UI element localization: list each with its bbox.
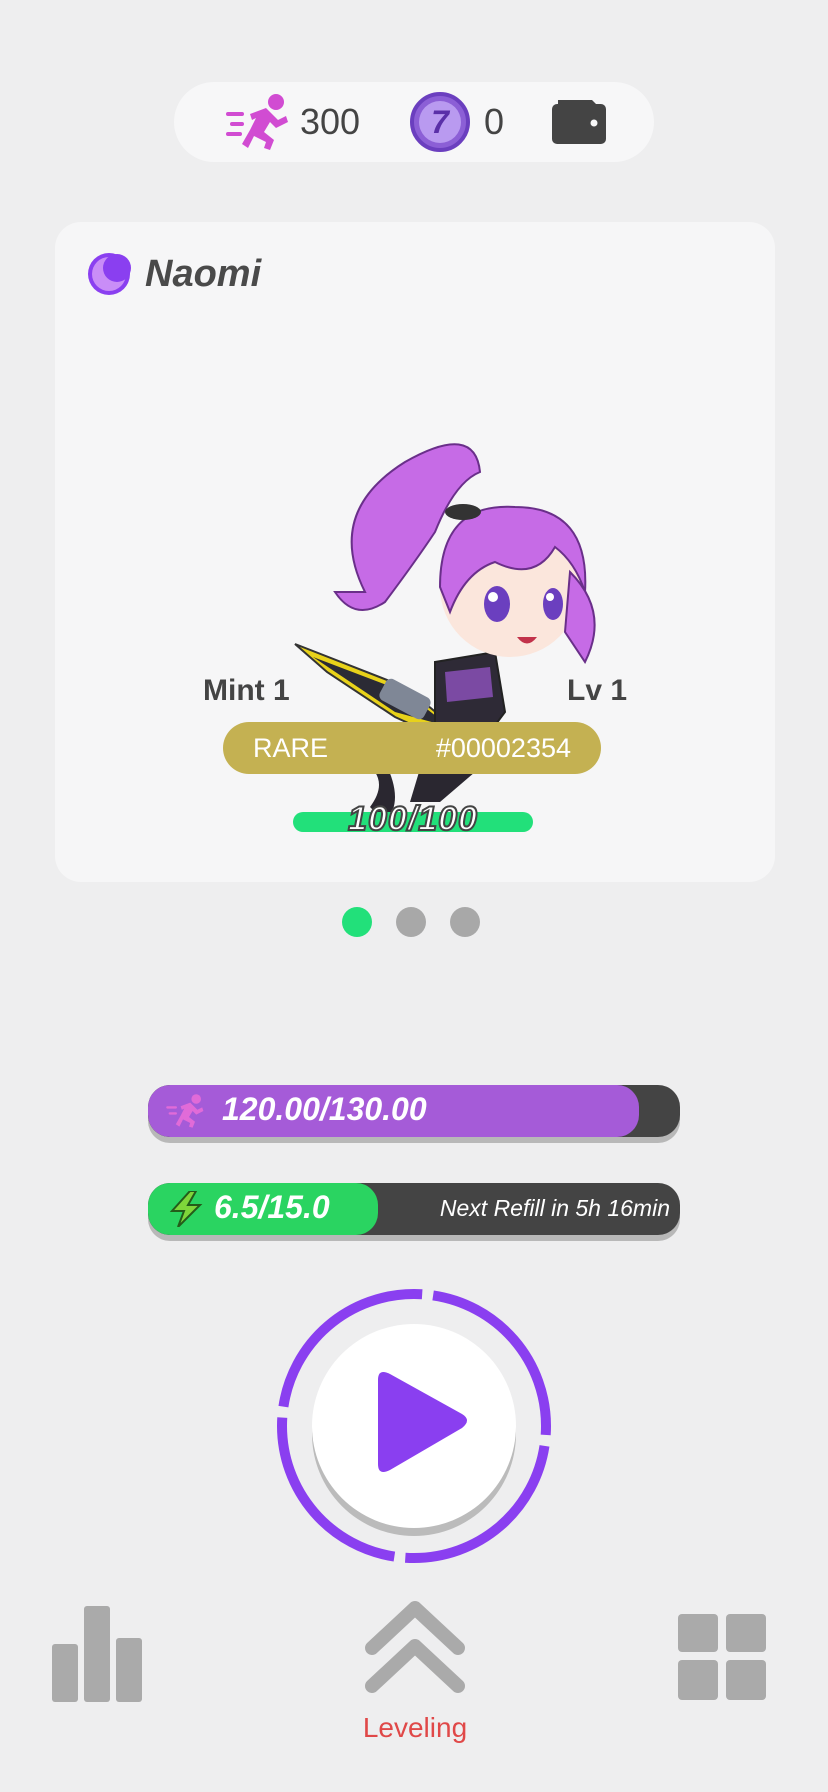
refill-timer: Next Refill in 5h 16min <box>439 1195 670 1221</box>
running-man-icon <box>226 94 288 150</box>
wallet-icon[interactable] <box>552 98 606 144</box>
running-man-icon <box>166 1094 204 1128</box>
bar-chart-icon <box>52 1606 142 1702</box>
play-icon <box>378 1372 467 1472</box>
card-header: Naomi <box>87 252 261 296</box>
character-name: Naomi <box>145 252 262 295</box>
rarity-label: RARE <box>253 732 329 763</box>
nav-stats-button[interactable] <box>52 1606 142 1702</box>
level-label: Lv 1 <box>567 674 628 707</box>
durability-text: 100/100 <box>347 799 478 839</box>
pager-dot[interactable] <box>396 907 426 937</box>
nav-grid-button[interactable] <box>678 1614 766 1700</box>
play-button[interactable] <box>312 1324 516 1528</box>
moon-icon <box>88 253 131 295</box>
character-illustration <box>294 443 596 822</box>
card-pager <box>342 907 480 937</box>
character-card[interactable]: Naomi Mint 1 Lv 1 RARE #00002354 100/100 <box>55 222 775 882</box>
energy-bar: 6.5/15.0 Next Refill in 5h 16min <box>148 1183 680 1235</box>
pager-dot[interactable] <box>342 907 372 937</box>
token-symbol: 7 <box>419 101 461 143</box>
token-balance: 7 0 <box>410 92 504 152</box>
grid-icon <box>678 1614 766 1700</box>
token-value: 0 <box>484 101 505 142</box>
stamina-text: 120.00/130.00 <box>222 1091 427 1127</box>
currency-bar: 300 7 0 <box>174 82 654 162</box>
seven-token-icon: 7 <box>410 92 470 152</box>
rarity-badge: RARE #00002354 <box>223 722 601 774</box>
energy-text: 6.5/15.0 <box>214 1189 330 1225</box>
pager-dot[interactable] <box>450 907 480 937</box>
double-chevron-up-icon <box>365 1601 465 1693</box>
steps-value: 300 <box>300 101 361 142</box>
play-control[interactable] <box>274 1286 554 1566</box>
mint-count: Mint 1 <box>203 674 290 707</box>
steps-balance: 300 <box>226 92 360 152</box>
stamina-bar: 120.00/130.00 <box>148 1085 680 1137</box>
nav-leveling-label: Leveling <box>362 1712 468 1743</box>
nav-leveling-button[interactable]: Leveling <box>360 1600 470 1750</box>
lightning-icon <box>169 1191 203 1227</box>
token-id: #00002354 <box>435 732 571 763</box>
